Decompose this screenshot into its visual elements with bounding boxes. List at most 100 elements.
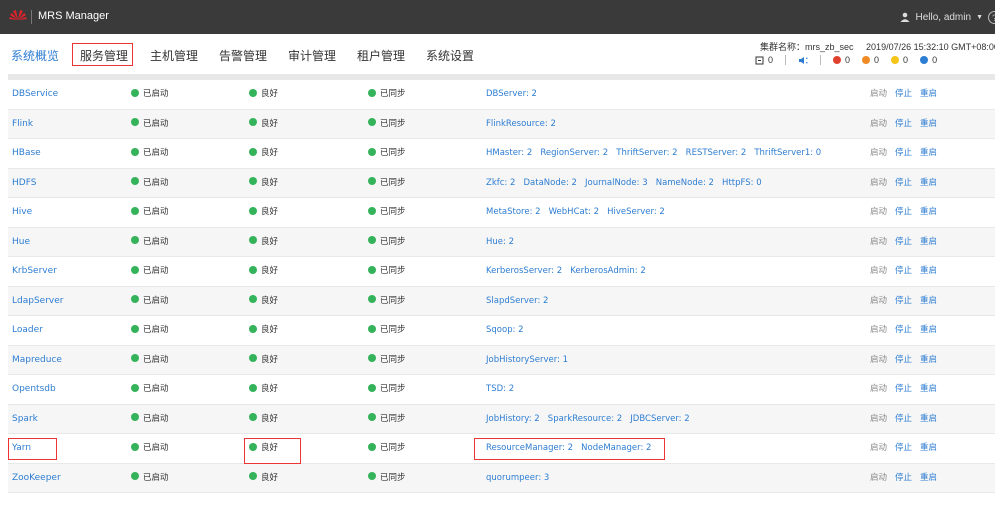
role-summary-link[interactable]: Sqoop: 2 <box>486 316 524 345</box>
nav-audit-management[interactable]: 审计管理 <box>288 47 336 64</box>
service-name-link[interactable]: Opentsdb <box>12 375 56 404</box>
operations: 启动 停止 重启 <box>870 257 945 286</box>
nav-system-settings[interactable]: 系统设置 <box>426 47 474 64</box>
status-ok-icon <box>368 118 376 126</box>
role-summary-link[interactable]: JobHistoryServer: 1 <box>486 346 568 375</box>
service-name-link[interactable]: LdapServer <box>12 287 63 316</box>
config-sync-status: 已同步 <box>368 405 406 434</box>
restart-button[interactable]: 重启 <box>920 296 937 306</box>
service-name-link[interactable]: DBService <box>12 80 58 109</box>
chevron-down-icon[interactable]: ▼ <box>976 14 983 21</box>
role-summary-link[interactable]: TSD: 2 <box>486 375 514 404</box>
restart-button[interactable]: 重启 <box>920 89 937 99</box>
role-summary-link[interactable]: FlinkResource: 2 <box>486 110 556 139</box>
minor-alarm-count[interactable]: 0 <box>903 55 908 65</box>
service-name-link[interactable]: Hive <box>12 198 32 227</box>
start-button[interactable]: 启动 <box>870 414 887 424</box>
status-ok-icon <box>249 88 257 97</box>
stop-button[interactable]: 停止 <box>895 443 912 453</box>
restart-button[interactable]: 重启 <box>920 178 937 188</box>
stop-button[interactable]: 停止 <box>895 473 912 483</box>
role-summary-link[interactable]: HMaster: 2 RegionServer: 2 ThriftServer:… <box>486 139 821 168</box>
service-name-link[interactable]: Mapreduce <box>12 346 62 375</box>
service-name-link[interactable]: Flink <box>12 110 33 139</box>
restart-button[interactable]: 重启 <box>920 384 937 394</box>
start-button[interactable]: 启动 <box>870 384 887 394</box>
service-name-link[interactable]: HBase <box>12 139 41 168</box>
restart-button[interactable]: 重启 <box>920 119 937 129</box>
restart-button[interactable]: 重启 <box>920 325 937 335</box>
start-button[interactable]: 启动 <box>870 237 887 247</box>
role-summary-link[interactable]: MetaStore: 2 WebHCat: 2 HiveServer: 2 <box>486 198 665 227</box>
service-name-link[interactable]: Hue <box>12 228 30 257</box>
status-ok-icon <box>131 177 139 185</box>
start-button[interactable]: 启动 <box>870 355 887 365</box>
critical-alarm-icon[interactable] <box>833 56 842 64</box>
nav-system-overview[interactable]: 系统概览 <box>11 47 59 64</box>
role-summary-link[interactable]: Hue: 2 <box>486 228 514 257</box>
task-count[interactable]: 0 <box>768 55 773 65</box>
stop-button[interactable]: 停止 <box>895 355 912 365</box>
role-summary-link[interactable]: KerberosServer: 2 KerberosAdmin: 2 <box>486 257 646 286</box>
start-button[interactable]: 启动 <box>870 89 887 99</box>
start-button[interactable]: 启动 <box>870 119 887 129</box>
stop-button[interactable]: 停止 <box>895 237 912 247</box>
service-name-link[interactable]: ZooKeeper <box>12 464 61 493</box>
running-status: 已启动 <box>131 139 169 168</box>
user-menu[interactable]: Hello, admin ▼ ? <box>900 0 995 34</box>
nav-tenant-management[interactable]: 租户管理 <box>357 47 405 64</box>
stop-button[interactable]: 停止 <box>895 178 912 188</box>
role-summary-link[interactable]: JobHistory: 2 SparkResource: 2 JDBCServe… <box>486 405 690 434</box>
service-name-link[interactable]: KrbServer <box>12 257 57 286</box>
service-name-link[interactable]: HDFS <box>12 169 36 198</box>
nav-host-management[interactable]: 主机管理 <box>150 47 198 64</box>
start-button[interactable]: 启动 <box>870 178 887 188</box>
start-button[interactable]: 启动 <box>870 207 887 217</box>
stop-button[interactable]: 停止 <box>895 296 912 306</box>
restart-button[interactable]: 重启 <box>920 148 937 158</box>
stop-button[interactable]: 停止 <box>895 207 912 217</box>
role-summary-link[interactable]: Zkfc: 2 DataNode: 2 JournalNode: 3 NameN… <box>486 169 762 198</box>
restart-button[interactable]: 重启 <box>920 237 937 247</box>
info-alarm-count[interactable]: 0 <box>932 55 937 65</box>
restart-button[interactable]: 重启 <box>920 443 937 453</box>
nav-alarm-management[interactable]: 告警管理 <box>219 47 267 64</box>
info-alarm-icon[interactable] <box>920 56 929 64</box>
stop-button[interactable]: 停止 <box>895 266 912 276</box>
start-button[interactable]: 启动 <box>870 473 887 483</box>
status-ok-icon <box>131 295 139 303</box>
major-alarm-icon[interactable] <box>862 56 871 64</box>
role-summary-link[interactable]: DBServer: 2 <box>486 80 537 109</box>
stop-button[interactable]: 停止 <box>895 325 912 335</box>
restart-button[interactable]: 重启 <box>920 207 937 217</box>
divider <box>820 55 822 65</box>
status-ok-icon <box>368 236 376 244</box>
stop-button[interactable]: 停止 <box>895 89 912 99</box>
start-button[interactable]: 启动 <box>870 325 887 335</box>
task-icon[interactable] <box>755 56 764 65</box>
running-status: 已启动 <box>131 405 169 434</box>
stop-button[interactable]: 停止 <box>895 119 912 129</box>
restart-button[interactable]: 重启 <box>920 266 937 276</box>
service-name-link[interactable]: Loader <box>12 316 43 345</box>
start-button[interactable]: 启动 <box>870 296 887 306</box>
restart-button[interactable]: 重启 <box>920 473 937 483</box>
minor-alarm-icon[interactable] <box>891 56 900 64</box>
user-greeting[interactable]: Hello, admin <box>915 12 971 23</box>
start-button[interactable]: 启动 <box>870 148 887 158</box>
role-summary-link[interactable]: quorumpeer: 3 <box>486 464 549 493</box>
status-ok-icon <box>131 206 139 215</box>
major-alarm-count[interactable]: 0 <box>874 55 879 65</box>
stop-button[interactable]: 停止 <box>895 384 912 394</box>
stop-button[interactable]: 停止 <box>895 414 912 424</box>
restart-button[interactable]: 重启 <box>920 414 937 424</box>
help-icon[interactable]: ? <box>988 10 995 24</box>
critical-alarm-count[interactable]: 0 <box>845 55 850 65</box>
restart-button[interactable]: 重启 <box>920 355 937 365</box>
start-button[interactable]: 启动 <box>870 266 887 276</box>
role-summary-link[interactable]: SlapdServer: 2 <box>486 287 548 316</box>
service-name-link[interactable]: Spark <box>12 405 38 434</box>
start-button[interactable]: 启动 <box>870 443 887 453</box>
speaker-icon[interactable] <box>798 56 808 65</box>
stop-button[interactable]: 停止 <box>895 148 912 158</box>
